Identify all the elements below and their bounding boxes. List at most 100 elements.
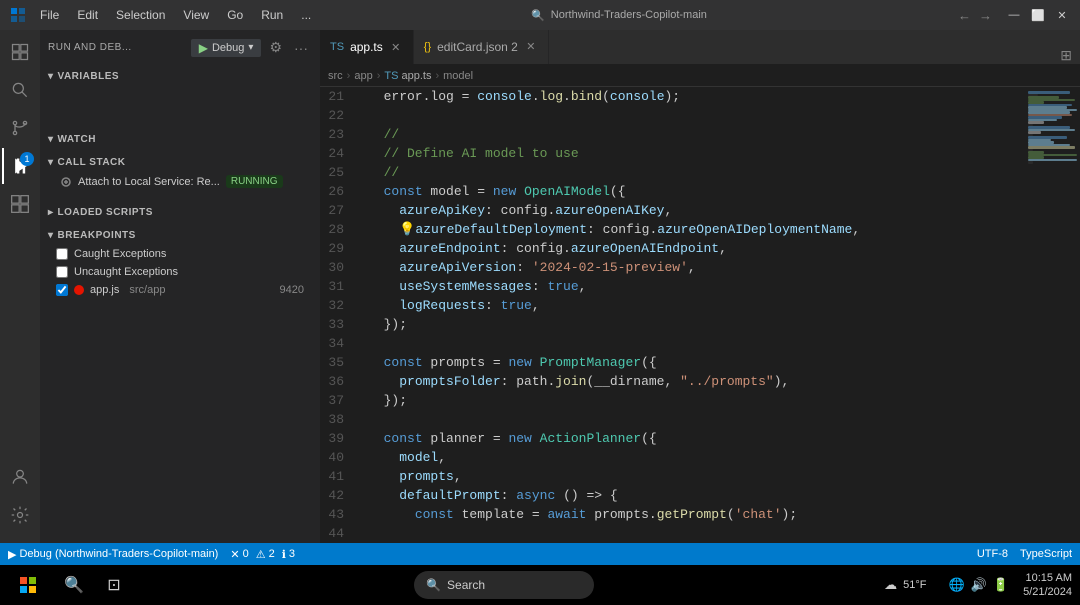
caught-exceptions-checkbox[interactable] [56, 248, 68, 260]
watch-section-header[interactable]: ▾ WATCH [40, 130, 320, 149]
ln-37: 37 [320, 391, 352, 410]
activity-run-debug[interactable]: 1 [2, 148, 38, 184]
system-icons: 🌐 🔊 🔋 [941, 577, 1018, 593]
code-line-23: // [360, 125, 1020, 144]
taskbar-clock[interactable]: 10:15 AM 5/21/2024 [1023, 571, 1072, 600]
tab-app-ts-close[interactable]: ✕ [389, 40, 403, 54]
debug-status-item[interactable]: ▶ Debug (Northwind-Traders-Copilot-main) [8, 548, 218, 561]
sound-icon[interactable]: 🔊 [971, 577, 987, 593]
breakpoints-section-header[interactable]: ▾ BREAKPOINTS [40, 226, 320, 245]
uncaught-exceptions-checkbox[interactable] [56, 266, 68, 278]
tab-edit-card-label: editCard.json 2 [437, 40, 518, 54]
sidebar-run-debug-header: RUN AND DEB... ▶ Debug ▾ ⚙ ··· [40, 30, 320, 65]
menu-view[interactable]: View [175, 6, 217, 24]
network-icon[interactable]: 🌐 [949, 577, 965, 593]
variables-arrow-icon: ▾ [48, 71, 54, 82]
taskbar-start-button[interactable] [8, 577, 48, 593]
breadcrumb-file[interactable]: TS app.ts [384, 70, 431, 82]
app-js-checkbox[interactable] [56, 284, 68, 296]
activity-settings[interactable] [2, 497, 38, 533]
breadcrumb-app[interactable]: app [354, 70, 372, 82]
battery-icon[interactable]: 🔋 [993, 577, 1009, 593]
code-line-38 [360, 410, 1020, 429]
play-icon: ▶ [199, 41, 208, 55]
tab-edit-card-close[interactable]: ✕ [524, 40, 538, 54]
window-title: Northwind-Traders-Copilot-main [551, 9, 707, 21]
breadcrumb: src › app › TS app.ts › model [320, 65, 1080, 87]
taskbar-icons: 🔍 ⊡ [56, 567, 132, 603]
ln-32: 32 [320, 296, 352, 315]
split-editor-icon[interactable]: ⊞ [1060, 47, 1072, 64]
loaded-scripts-section-header[interactable]: ▸ LOADED SCRIPTS [40, 203, 320, 222]
breakpoints-section: ▾ BREAKPOINTS Caught Exceptions Uncaught… [40, 224, 320, 309]
breadcrumb-symbol[interactable]: model [443, 70, 473, 82]
menu-selection[interactable]: Selection [108, 6, 173, 24]
call-stack-item[interactable]: Attach to Local Service: Re... RUNNING [40, 172, 320, 191]
code-content[interactable]: error.log = console.log.bind(console); /… [360, 87, 1020, 543]
menu-go[interactable]: Go [219, 6, 251, 24]
tab-edit-card[interactable]: {} editCard.json 2 ✕ [414, 30, 549, 64]
ln-36: 36 [320, 372, 352, 391]
status-bar-right: UTF-8 TypeScript [977, 548, 1072, 560]
breadcrumb-sep-3: › [435, 70, 439, 82]
minimap-content [1020, 87, 1080, 543]
activity-explorer[interactable] [2, 34, 38, 70]
debug-settings-button[interactable]: ⚙ [265, 37, 286, 58]
code-line-39: const planner = new ActionPlanner({ [360, 429, 1020, 448]
taskbar-date-display: 5/21/2024 [1023, 585, 1072, 599]
taskbar-search-box[interactable]: 🔍 Search [414, 571, 594, 599]
activity-extensions[interactable] [2, 186, 38, 222]
debug-icon: ▶ [8, 548, 16, 561]
warning-icon: ⚠ [256, 548, 266, 561]
menu-file[interactable]: File [32, 6, 67, 24]
maximize-button[interactable]: ⬜ [1028, 5, 1048, 25]
loaded-scripts-arrow-icon: ▸ [48, 207, 54, 218]
debug-more-button[interactable]: ··· [290, 38, 312, 58]
sidebar: RUN AND DEB... ▶ Debug ▾ ⚙ ··· ▾ VARIABL… [40, 30, 320, 543]
activity-source-control[interactable] [2, 110, 38, 146]
language-status-item[interactable]: TypeScript [1020, 548, 1072, 560]
editor-area: TS app.ts ✕ {} editCard.json 2 ✕ ⊞ src ›… [320, 30, 1080, 543]
call-stack-label: CALL STACK [58, 157, 126, 168]
taskbar-taskview-icon[interactable]: ⊡ [96, 567, 132, 603]
errors-status-item[interactable]: ✕ 0 ⚠ 2 ℹ 3 [230, 548, 295, 561]
debug-dropdown-button[interactable]: ▶ Debug ▾ [191, 39, 262, 57]
ln-29: 29 [320, 239, 352, 258]
menu-bar: File Edit Selection View Go Run ... [32, 6, 319, 24]
app-js-path: src/app [129, 284, 165, 296]
variables-section-header[interactable]: ▾ VARIABLES [40, 67, 320, 86]
activity-search[interactable] [2, 72, 38, 108]
code-line-31: useSystemMessages: true, [360, 277, 1020, 296]
menu-edit[interactable]: Edit [69, 6, 106, 24]
minimize-button[interactable]: — [1004, 5, 1024, 25]
code-line-42: defaultPrompt: async () => { [360, 486, 1020, 505]
title-bar-center: 🔍 Northwind-Traders-Copilot-main [280, 9, 958, 22]
breadcrumb-sep-2: › [377, 70, 381, 82]
code-line-29: azureEndpoint: config.azureOpenAIEndpoin… [360, 239, 1020, 258]
encoding-status-item[interactable]: UTF-8 [977, 548, 1008, 560]
tab-app-ts-label: app.ts [350, 40, 383, 54]
debug-status-label: Debug (Northwind-Traders-Copilot-main) [19, 548, 218, 560]
breakpoint-dot-icon [74, 285, 84, 295]
tab-bar-right: ⊞ [1060, 47, 1080, 64]
encoding-label: UTF-8 [977, 548, 1008, 560]
ln-34: 34 [320, 334, 352, 353]
minimap [1020, 87, 1080, 543]
breadcrumb-src[interactable]: src [328, 70, 343, 82]
call-stack-section-header[interactable]: ▾ CALL STACK [40, 153, 320, 172]
ln-35: 35 [320, 353, 352, 372]
ln-28: 28 [320, 220, 352, 239]
ln-40: 40 [320, 448, 352, 467]
close-button[interactable]: ✕ [1052, 5, 1072, 25]
taskbar-search-icon[interactable]: 🔍 [56, 567, 92, 603]
activity-bar: 1 [0, 30, 40, 543]
language-label: TypeScript [1020, 548, 1072, 560]
activity-accounts[interactable] [2, 459, 38, 495]
error-count: 0 [243, 548, 249, 560]
code-line-44 [360, 524, 1020, 543]
code-line-33: }); [360, 315, 1020, 334]
breakpoints-label: BREAKPOINTS [58, 230, 136, 241]
error-icon: ✕ [230, 548, 239, 561]
tab-app-ts[interactable]: TS app.ts ✕ [320, 30, 414, 64]
code-line-22 [360, 106, 1020, 125]
